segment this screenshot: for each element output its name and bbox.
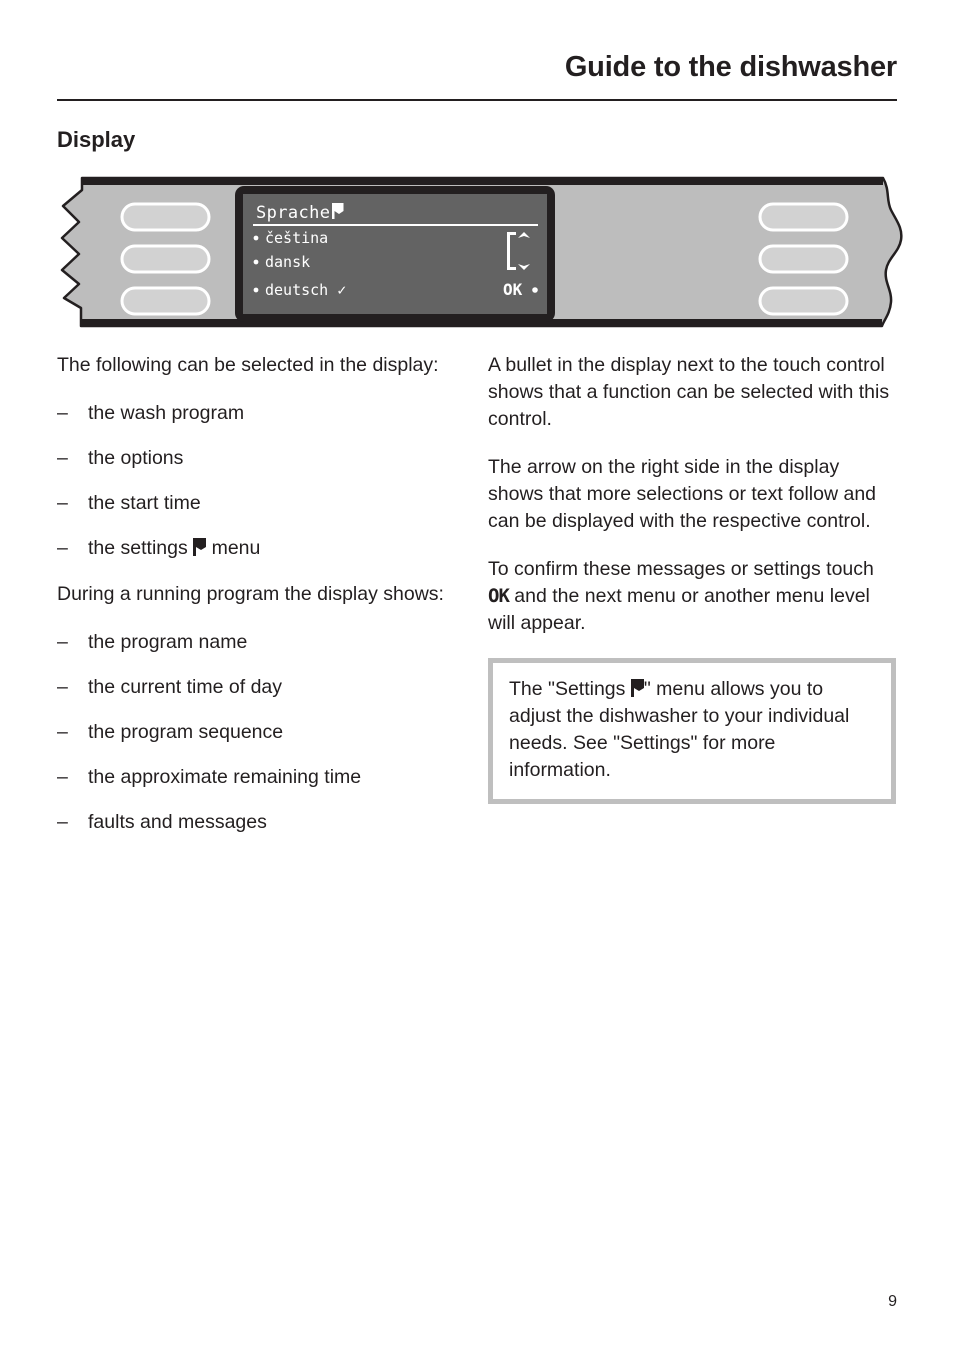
list-dash: – bbox=[57, 537, 68, 559]
list-item: – the options bbox=[57, 445, 449, 472]
arrow-explanation-paragraph: The arrow on the right side in the displ… bbox=[488, 456, 877, 532]
list-dash: – bbox=[57, 631, 68, 653]
page-title: Guide to the dishwasher bbox=[564, 51, 897, 83]
left-intro-paragraph: The following can be selected in the dis… bbox=[57, 354, 439, 376]
list-item-label: the current time of day bbox=[88, 676, 283, 698]
list-item: – the wash program bbox=[57, 400, 449, 427]
lcd-ok-bullet bbox=[532, 287, 538, 293]
touch-control-left-2 bbox=[120, 244, 211, 274]
settings-note-box: The "Settings " menu allows you to adjus… bbox=[488, 658, 896, 804]
selectable-items-list: – the wash program – the options – the s… bbox=[57, 400, 449, 562]
right-column: A bullet in the display next to the touc… bbox=[488, 352, 896, 804]
touch-control-right-2 bbox=[758, 244, 849, 274]
confirm-text-before: To confirm these messages or settings to… bbox=[488, 558, 874, 580]
bullet-explanation-paragraph: A bullet in the display next to the touc… bbox=[488, 354, 890, 430]
touch-control-right-3 bbox=[758, 286, 849, 316]
control-panel-illustration: Sprache čeština dansk deutsch ✓ OK bbox=[60, 176, 905, 328]
lcd-item-1: čeština bbox=[265, 229, 328, 247]
list-item: – the program name bbox=[57, 629, 449, 656]
note-text-before: The "Settings bbox=[509, 678, 631, 700]
touch-control-right-group bbox=[758, 202, 849, 316]
list-item-label: faults and messages bbox=[88, 811, 267, 833]
section-heading: Display bbox=[57, 127, 136, 152]
list-item-label: the approximate remaining time bbox=[88, 766, 362, 788]
list-item: – the program sequence bbox=[57, 719, 449, 746]
list-item-label: the options bbox=[88, 447, 184, 469]
flag-icon bbox=[630, 679, 644, 697]
list-item-label-after: menu bbox=[206, 537, 261, 559]
lcd-title-underline bbox=[253, 224, 538, 226]
list-item: – the current time of day bbox=[57, 674, 449, 701]
page-number: 9 bbox=[888, 1293, 897, 1310]
list-item-label: the start time bbox=[88, 492, 201, 514]
list-item: – faults and messages bbox=[57, 809, 449, 836]
list-item-label-before: the settings bbox=[88, 537, 194, 559]
ok-icon: OK bbox=[488, 585, 510, 607]
touch-control-left-3 bbox=[120, 286, 211, 316]
list-dash: – bbox=[57, 676, 68, 698]
confirm-text-after: and the next menu or another menu level … bbox=[488, 585, 870, 634]
list-dash: – bbox=[57, 492, 68, 514]
lcd-bullet-2 bbox=[253, 259, 259, 265]
confirm-paragraph: To confirm these messages or settings to… bbox=[488, 556, 896, 637]
touch-control-left-1 bbox=[120, 202, 211, 232]
touch-control-left-group bbox=[120, 202, 211, 316]
list-item-label: the program sequence bbox=[88, 721, 284, 743]
running-program-display-list: – the program name – the current time of… bbox=[57, 629, 449, 836]
list-item: – the settings menu bbox=[57, 535, 449, 562]
list-item-label: the wash program bbox=[88, 402, 245, 424]
list-item: – the approximate remaining time bbox=[57, 764, 449, 791]
list-dash: – bbox=[57, 447, 68, 469]
left-column: The following can be selected in the dis… bbox=[57, 352, 449, 855]
page-header: Guide to the dishwasher bbox=[57, 51, 897, 83]
flag-icon bbox=[193, 538, 207, 556]
list-dash: – bbox=[57, 811, 68, 833]
list-item-label: the program name bbox=[88, 631, 248, 653]
lcd-ok-label: OK bbox=[503, 280, 523, 299]
lcd-item-2: dansk bbox=[265, 253, 310, 271]
lcd-title: Sprache bbox=[256, 203, 330, 223]
touch-control-right-1 bbox=[758, 202, 849, 232]
panel-top-strip bbox=[82, 178, 883, 185]
settings-note-text: The "Settings " menu allows you to adjus… bbox=[509, 676, 875, 784]
header-rule bbox=[57, 99, 897, 101]
list-dash: – bbox=[57, 766, 68, 788]
left-intro-paragraph-2: During a running program the display sho… bbox=[57, 583, 444, 605]
list-item: – the start time bbox=[57, 490, 449, 517]
lcd-item-3: deutsch ✓ bbox=[265, 281, 346, 299]
lcd-bullet-3 bbox=[253, 287, 259, 293]
lcd-bullet-1 bbox=[253, 235, 259, 241]
list-dash: – bbox=[57, 402, 68, 424]
list-dash: – bbox=[57, 721, 68, 743]
